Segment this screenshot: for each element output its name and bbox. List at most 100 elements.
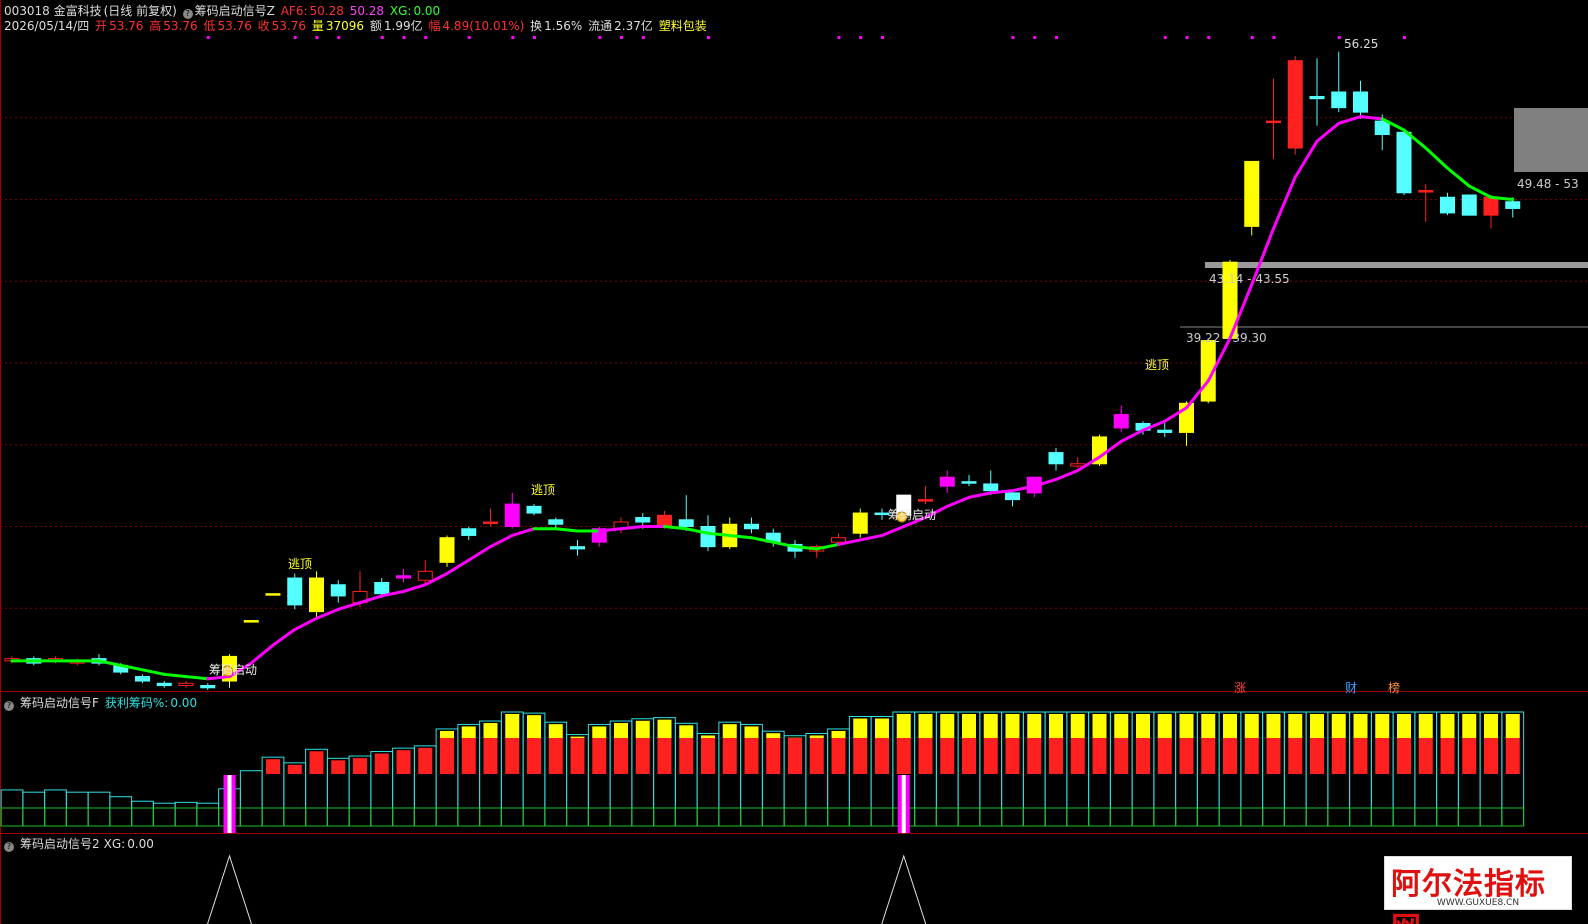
sector-label[interactable]: 塑料包装 (659, 19, 707, 33)
signal-dot (206, 36, 210, 39)
chart-canvas[interactable] (0, 0, 1588, 924)
profit-red-bar (1201, 738, 1216, 774)
profit-yellow-bar (701, 735, 715, 738)
chip-base-bar (413, 807, 437, 827)
chip-base-bar (457, 807, 481, 827)
panel2-profit-label: 获利筹码%: (104, 696, 169, 710)
signal-dot (1055, 36, 1058, 39)
chip-base-bar (1436, 807, 1459, 827)
af6-value: 50.28 (309, 4, 344, 18)
profit-red-bar (1005, 738, 1020, 774)
profit-red-bar (440, 738, 454, 774)
indicator-name[interactable]: 筹码启动信号Z (195, 4, 275, 18)
profit-red-bar (396, 750, 411, 774)
chip-base-bar (609, 807, 633, 827)
candle-body (330, 584, 346, 597)
signal-dot (1337, 36, 1341, 39)
candle-body (135, 676, 150, 682)
signal-dot (859, 36, 863, 39)
profit-red-bar (331, 760, 346, 774)
panel2-title[interactable]: 筹码启动信号F (20, 696, 99, 710)
profit-yellow-bar (983, 714, 998, 738)
zone1-price-label: 43.14 - 43.55 (1209, 272, 1290, 286)
candle-body (1070, 463, 1086, 467)
chip-base-bar (1457, 807, 1481, 827)
chip-outline-bar (196, 802, 220, 827)
signal-dot (402, 36, 406, 39)
candle-body (548, 519, 564, 525)
candle-body (635, 517, 651, 523)
signal-dot (511, 36, 515, 39)
profit-red-bar (1114, 738, 1129, 774)
signal-dot (467, 36, 471, 39)
ma-line-segment (1424, 146, 1449, 170)
candle-body (439, 537, 455, 563)
profit-red-bar (766, 738, 781, 774)
candle-body (939, 476, 955, 487)
ma-line-segment (141, 668, 166, 676)
chip-base-bar (87, 807, 111, 827)
profit-yellow-bar (505, 714, 520, 738)
info-circle-icon[interactable]: ? (4, 701, 14, 711)
bang-tag[interactable]: 榜 (1388, 679, 1400, 696)
chip-base-bar (1066, 807, 1090, 827)
panel3-xg-value: 0.00 (127, 837, 154, 851)
ma-line-segment (1119, 428, 1145, 443)
info-circle-icon[interactable]: ? (4, 842, 14, 852)
profit-red-bar (1179, 738, 1194, 774)
xg-value: 0.00 (413, 4, 441, 18)
ma-line-segment (184, 675, 210, 681)
profit-yellow-bar (1462, 714, 1477, 738)
signal-dot (641, 36, 645, 39)
profit-yellow-bar (1310, 714, 1324, 738)
profit-red-bar (635, 738, 650, 774)
panel3-title[interactable]: 筹码启动信号2 (20, 837, 100, 851)
profit-yellow-bar (1179, 714, 1194, 738)
profit-yellow-bar (744, 726, 759, 738)
candle-body (700, 526, 716, 548)
profit-red-bar (1310, 738, 1324, 774)
chip-base-bar (1414, 807, 1438, 827)
chip-base-bar (935, 807, 959, 827)
chip-start-signal-2: 筹码启动 (888, 508, 937, 522)
close-value: 53.76 (271, 19, 307, 33)
cai-tag[interactable]: 财 (1345, 679, 1357, 696)
profit-red-bar (679, 738, 694, 774)
chip-base-bar (305, 807, 328, 827)
chip-base-bar (957, 807, 981, 827)
chip-base-bar (631, 807, 655, 827)
profit-red-bar (983, 738, 998, 774)
chip-base-bar (392, 807, 415, 827)
profit-yellow-bar (635, 720, 650, 738)
period-label: (日线 前复权) (103, 4, 177, 18)
profit-yellow-bar (614, 723, 628, 738)
profit-yellow-bar (1049, 714, 1063, 738)
profit-yellow-bar (527, 715, 541, 738)
profit-red-bar (788, 738, 802, 774)
candle-body (918, 499, 933, 502)
chip-base-bar (239, 807, 263, 827)
peak-price-label: 56.25 (1344, 37, 1379, 51)
candle-body (961, 481, 977, 484)
stock-code-name: 003018 金富科技 (4, 4, 102, 18)
left-border (0, 0, 1, 924)
chip-base-bar (174, 807, 198, 827)
xg-signal-peak (881, 854, 927, 924)
chip-base-bar (196, 807, 220, 827)
profit-red-bar (1049, 738, 1063, 774)
zhang-tag[interactable]: 涨 (1234, 679, 1246, 696)
profit-yellow-bar (1331, 714, 1346, 738)
chip-start-signal-1: 筹码启动 (209, 663, 258, 677)
profit-red-bar (1288, 738, 1303, 774)
chip-base-bar (109, 807, 133, 827)
profit-red-bar (831, 738, 846, 774)
profit-red-bar (809, 738, 824, 774)
high-label: 高 (149, 19, 162, 33)
chip-base-bar (370, 807, 394, 827)
watermark-title: 阿尔法指标网 (1391, 867, 1546, 924)
chip-base-bar (65, 807, 89, 827)
chip-base-bar (1479, 807, 1503, 827)
candle-body (1113, 414, 1129, 429)
panel3-xg-label: XG: (103, 837, 126, 851)
signal-dot (1033, 36, 1037, 39)
